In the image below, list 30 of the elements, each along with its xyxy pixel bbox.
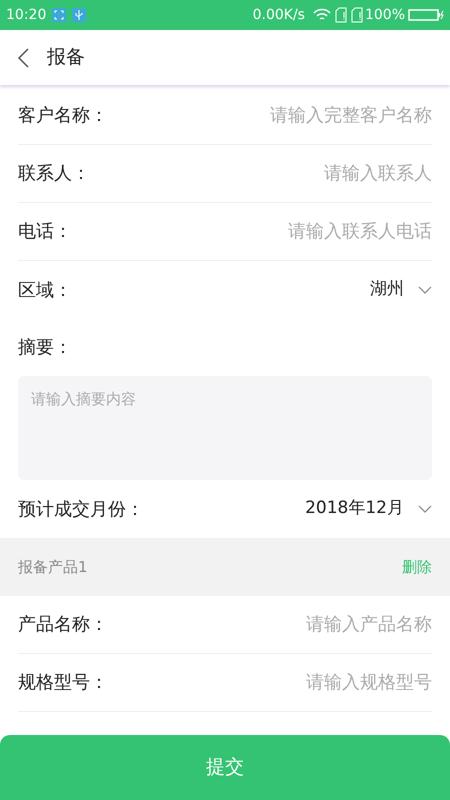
input-field[interactable]: 请输入联系人 [90, 160, 432, 187]
field-label: 客户名称： [18, 104, 108, 128]
sim-icon [334, 7, 347, 23]
network-speed: 0.00K/s [252, 6, 305, 24]
field-label: 摘要： [18, 336, 72, 360]
usb-icon [72, 8, 86, 22]
chevron-down-icon[interactable] [418, 286, 432, 294]
back-icon[interactable] [17, 48, 29, 68]
select-value[interactable]: 2018年12月 [305, 496, 404, 522]
field-label: 预计成交月份： [18, 498, 144, 522]
input-field[interactable]: 请输入产品名称 [108, 611, 432, 638]
screenshot-icon [52, 8, 66, 22]
input-field[interactable]: 请输入联系人电话 [72, 218, 432, 245]
sim-icon [350, 7, 363, 23]
input-field[interactable]: 请输入规格型号 [108, 669, 432, 696]
field-label: 规格型号： [18, 671, 108, 695]
summary-textarea[interactable]: 请输入摘要内容 [18, 376, 432, 480]
select-value[interactable]: 湖州 [370, 277, 404, 303]
field-label: 区域： [18, 278, 72, 302]
chevron-down-icon[interactable] [418, 505, 432, 513]
battery-icon [408, 8, 444, 22]
field-label: 产品名称： [18, 613, 108, 637]
page-title: 报备 [47, 45, 85, 70]
battery-percent: 100% [364, 6, 405, 24]
section-title: 报备产品1 [18, 556, 88, 578]
field-label: 电话： [18, 220, 72, 244]
field-label: 联系人： [18, 162, 90, 186]
status-time: 10:20 [6, 6, 46, 24]
input-field[interactable]: 请输入完整客户名称 [108, 102, 432, 129]
wifi-icon [312, 8, 331, 22]
